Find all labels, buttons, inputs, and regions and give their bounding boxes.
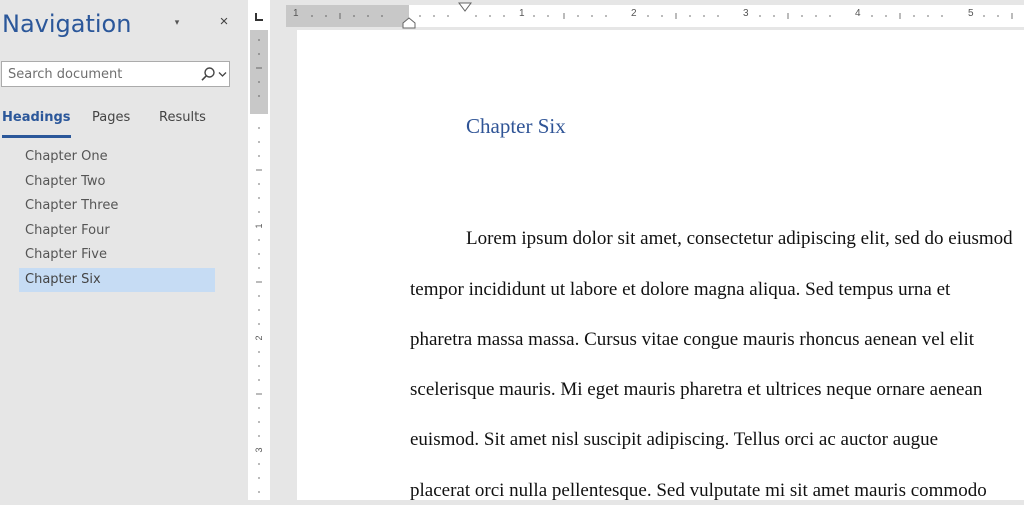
pane-options-button[interactable]: ▾ [170, 12, 184, 32]
horizontal-ruler-number: 2 [631, 8, 637, 19]
vertical-ruler-margin [250, 30, 268, 114]
vertical-ruler-number: 3 [254, 447, 264, 453]
indent-marker-icon[interactable] [402, 17, 416, 29]
body-text-line[interactable]: pharetra massa massa. Cursus vitae congu… [410, 329, 974, 351]
horizontal-ruler-number: 1 [293, 8, 299, 19]
body-text-line[interactable]: Lorem ipsum dolor sit amet, consectetur … [466, 228, 1013, 250]
horizontal-ruler-number: 5 [968, 8, 974, 19]
tab-headings[interactable]: Headings [2, 108, 71, 138]
vertical-ruler-number: 1 [254, 223, 264, 229]
body-text-line[interactable]: scelerisque mauris. Mi eget mauris phare… [410, 379, 982, 401]
heading-item-chapter-two[interactable]: Chapter Two [19, 170, 215, 195]
search-box[interactable] [1, 61, 230, 87]
heading-item-chapter-three[interactable]: Chapter Three [19, 194, 215, 219]
tab-stop-selector[interactable] [250, 8, 268, 26]
search-icon[interactable] [200, 66, 216, 82]
heading-item-chapter-six[interactable]: Chapter Six [19, 267, 215, 292]
heading-list: Chapter One Chapter Two Chapter Three Ch… [19, 145, 215, 292]
indent-marker-icon[interactable] [458, 2, 472, 14]
tab-stop-icon [255, 13, 263, 21]
close-icon[interactable]: × [216, 12, 232, 32]
tab-pages[interactable]: Pages [92, 108, 130, 138]
chevron-down-icon[interactable] [218, 70, 227, 79]
tab-results[interactable]: Results [159, 108, 206, 138]
navigation-title: Navigation [2, 10, 132, 38]
body-text-line[interactable]: euismod. Sit amet nisl suscipit adipisci… [410, 429, 938, 451]
document-heading[interactable]: Chapter Six [466, 114, 566, 139]
navigation-pane: Navigation ▾ × Headings Pages Results Ch… [0, 0, 246, 500]
horizontal-ruler-number: 3 [743, 8, 749, 19]
body-text-line[interactable]: tempor incididunt ut labore et dolore ma… [410, 279, 950, 301]
document-page[interactable]: Chapter Six Lorem ipsum dolor sit amet, … [297, 30, 1024, 500]
horizontal-ruler-number: 4 [855, 8, 861, 19]
horizontal-ruler-number: 1 [519, 8, 525, 19]
horizontal-ruler-margin [286, 5, 409, 27]
heading-item-chapter-five[interactable]: Chapter Five [19, 243, 215, 268]
vertical-ruler-track [250, 114, 268, 500]
heading-item-chapter-four[interactable]: Chapter Four [19, 219, 215, 244]
heading-item-chapter-one[interactable]: Chapter One [19, 145, 215, 170]
vertical-ruler-number: 2 [254, 335, 264, 341]
navigation-tabs: Headings Pages Results [0, 108, 246, 138]
search-input[interactable] [8, 62, 193, 86]
body-text-line[interactable]: placerat orci nulla pellentesque. Sed vu… [410, 480, 987, 500]
